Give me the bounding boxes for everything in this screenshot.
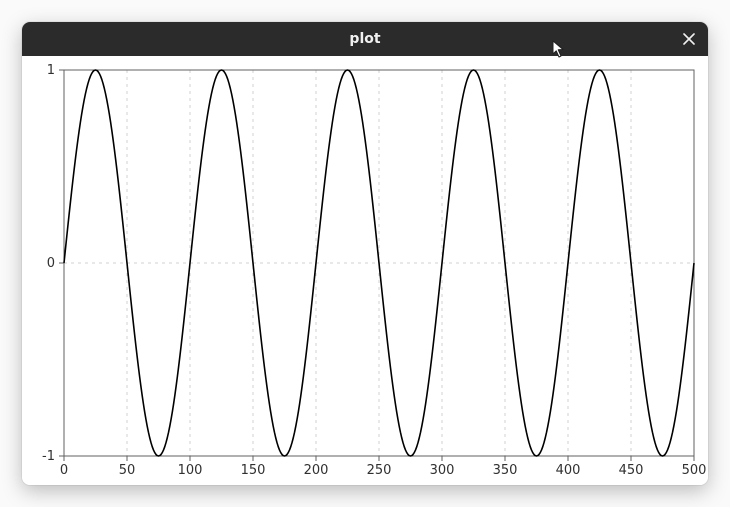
line-chart: 0 50 100 150 200 250 300 350 400 450 500 -1 0 1 <box>22 56 708 485</box>
x-tick-label: 350 <box>493 463 518 478</box>
x-tick-label: 0 <box>60 463 68 478</box>
close-icon <box>683 33 695 45</box>
titlebar[interactable]: plot <box>22 22 708 56</box>
x-tick-label: 50 <box>119 463 136 478</box>
x-tick-label: 500 <box>682 463 707 478</box>
x-tick-label: 300 <box>430 463 455 478</box>
window-title: plot <box>349 31 380 47</box>
y-tick-label: 0 <box>47 256 55 271</box>
x-tick-label: 150 <box>241 463 266 478</box>
y-tick-label: 1 <box>47 63 55 78</box>
y-tick-label: -1 <box>42 449 55 464</box>
x-tick-label: 400 <box>556 463 581 478</box>
x-tick-label: 250 <box>367 463 392 478</box>
x-tick-label: 200 <box>304 463 329 478</box>
x-tick-label: 450 <box>619 463 644 478</box>
x-tick-label: 100 <box>178 463 203 478</box>
plot-window: plot 0 50 100 150 200 250 300 350 400 450 500 -1 0 1 <box>22 22 708 485</box>
plot-content: 0 50 100 150 200 250 300 350 400 450 500 -1 0 1 <box>22 56 708 485</box>
close-button[interactable] <box>676 26 702 52</box>
